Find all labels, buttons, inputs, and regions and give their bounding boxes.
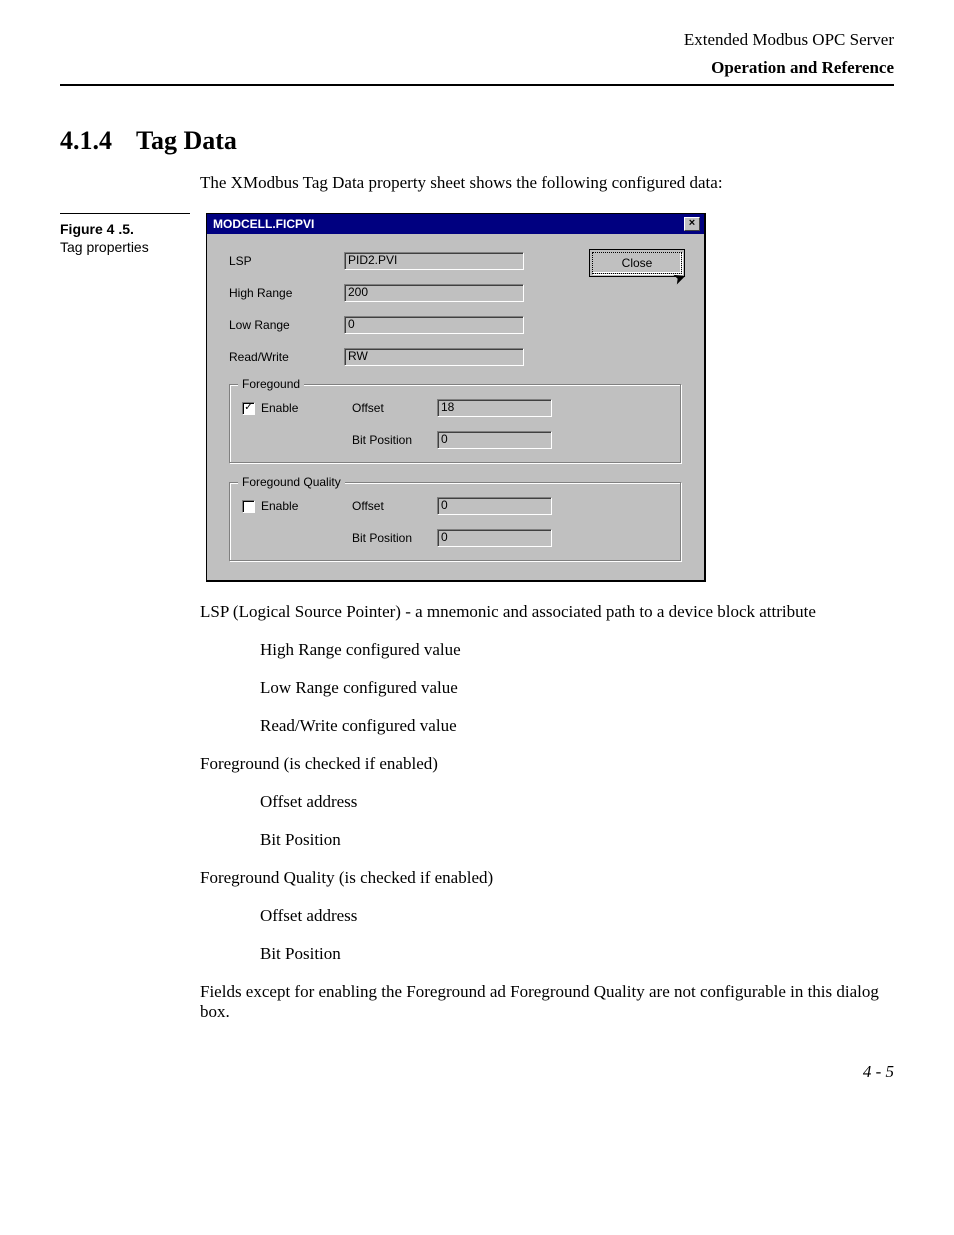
header-product: Extended Modbus OPC Server <box>60 30 894 50</box>
header-section: Operation and Reference <box>60 58 894 86</box>
foreground-quality-bitpos-field: 0 <box>437 529 552 547</box>
foreground-quality-legend: Foregound Quality <box>238 475 345 489</box>
low-range-label: Low Range <box>229 318 344 332</box>
foreground-enable-checkbox[interactable]: ✓ <box>242 402 255 415</box>
fg-offset-explanation: Offset address <box>260 792 894 812</box>
read-write-explanation: Read/Write configured value <box>260 716 894 736</box>
tag-properties-dialog: MODCELL.FICPVI × Close ➤ LSP PID2.PVI Hi… <box>206 213 706 582</box>
page-number: 4 - 5 <box>60 1062 894 1082</box>
foreground-offset-field: 18 <box>437 399 552 417</box>
fgq-bitpos-explanation: Bit Position <box>260 944 894 964</box>
foreground-explanation-heading: Foreground (is checked if enabled) <box>200 754 894 774</box>
close-icon[interactable]: × <box>684 217 700 231</box>
fg-bitpos-explanation: Bit Position <box>260 830 894 850</box>
high-range-explanation: High Range configured value <box>260 640 894 660</box>
foreground-quality-bitpos-label: Bit Position <box>352 531 437 545</box>
foreground-bitpos-label: Bit Position <box>352 433 437 447</box>
foreground-enable-label: Enable <box>261 401 298 415</box>
dialog-titlebar[interactable]: MODCELL.FICPVI × <box>207 214 704 234</box>
section-number: 4.1.4 <box>60 126 130 156</box>
foreground-offset-label: Offset <box>352 401 437 415</box>
low-range-field: 0 <box>344 316 524 334</box>
lsp-label: LSP <box>229 254 344 268</box>
dialog-title: MODCELL.FICPVI <box>213 217 314 231</box>
read-write-field: RW <box>344 348 524 366</box>
lsp-explanation: LSP (Logical Source Pointer) - a mnemoni… <box>200 602 894 622</box>
explanation-text: LSP (Logical Source Pointer) - a mnemoni… <box>200 602 894 1022</box>
foreground-bitpos-field: 0 <box>437 431 552 449</box>
foreground-quality-enable-label: Enable <box>261 499 298 513</box>
section-heading: 4.1.4 Tag Data <box>60 126 894 156</box>
low-range-explanation: Low Range configured value <box>260 678 894 698</box>
fgq-offset-explanation: Offset address <box>260 906 894 926</box>
figure-caption: Tag properties <box>60 238 190 256</box>
foreground-quality-group: Foregound Quality Enable Offset 0 Bit Po… <box>229 482 682 562</box>
read-write-label: Read/Write <box>229 350 344 364</box>
foreground-quality-offset-field: 0 <box>437 497 552 515</box>
close-button[interactable]: Close <box>592 252 682 274</box>
foreground-legend: Foregound <box>238 377 304 391</box>
high-range-field: 200 <box>344 284 524 302</box>
intro-paragraph: The XModbus Tag Data property sheet show… <box>200 173 894 193</box>
figure-number: Figure 4 .5. <box>60 220 190 238</box>
figure-caption-block: Figure 4 .5. Tag properties <box>60 213 190 256</box>
footnote: Fields except for enabling the Foregroun… <box>200 982 894 1022</box>
foreground-quality-offset-label: Offset <box>352 499 437 513</box>
lsp-field: PID2.PVI <box>344 252 524 270</box>
high-range-label: High Range <box>229 286 344 300</box>
section-title: Tag Data <box>136 126 237 155</box>
foreground-quality-enable-checkbox[interactable] <box>242 500 255 513</box>
foreground-group: Foregound ✓ Enable Offset 18 Bit Positio… <box>229 384 682 464</box>
foreground-quality-explanation-heading: Foreground Quality (is checked if enable… <box>200 868 894 888</box>
